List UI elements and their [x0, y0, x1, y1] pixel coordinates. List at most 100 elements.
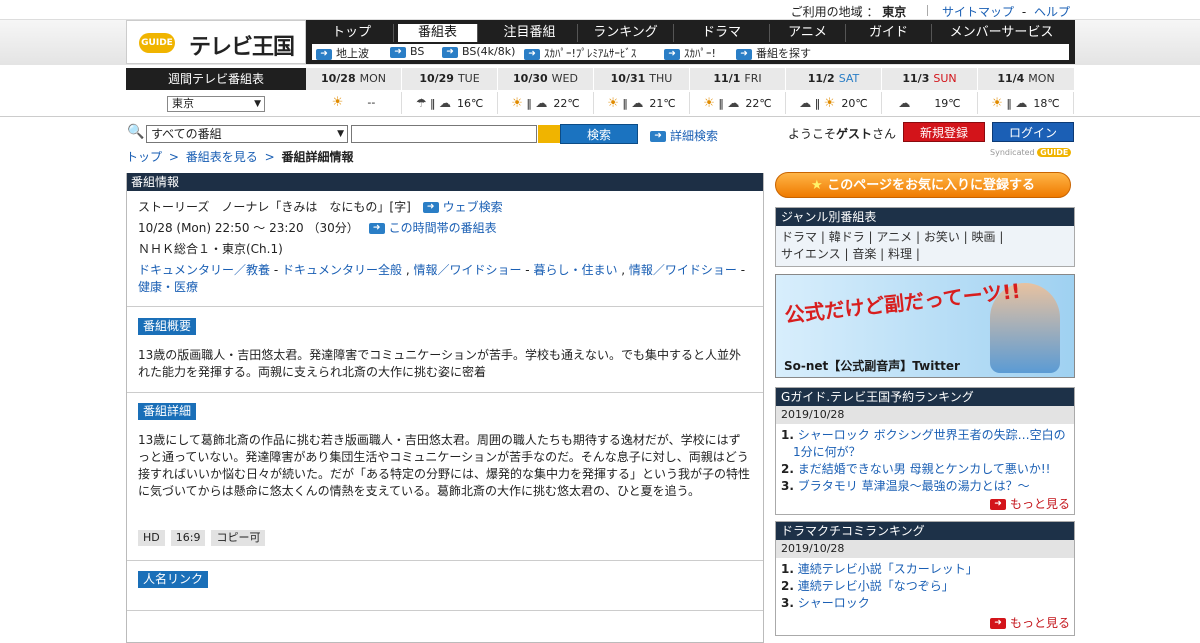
arrow-icon: ➜	[736, 48, 752, 60]
weather-cell: ☁ 19℃	[882, 92, 978, 114]
sun-icon: ☀	[331, 95, 344, 110]
genre-movie[interactable]: 映画	[972, 230, 996, 244]
genre-drama[interactable]: ドラマ	[781, 230, 817, 244]
arrow-icon: ➜	[664, 48, 680, 60]
date-cell[interactable]: 11/3 SUN	[882, 68, 978, 90]
web-search-link[interactable]: ➜ ウェブ検索	[422, 200, 503, 214]
date-cell[interactable]: 10/28 MON	[306, 68, 402, 90]
genre-link[interactable]: 暮らし・住まい	[533, 263, 617, 277]
nav-member[interactable]: メンバーサービス	[932, 24, 1071, 42]
subnav-label: ｽｶﾊﾟｰ!	[684, 47, 716, 60]
subnav-label: ｽｶﾊﾟｰ!ﾌﾟﾚﾐｱﾑｻｰﾋﾞｽ	[544, 47, 637, 60]
weather-cell: ☂ ‖ ☁ 16℃	[402, 92, 498, 114]
genre-link[interactable]: 情報／ワイドショー	[413, 263, 521, 277]
cloud-icon: ☁	[438, 96, 451, 110]
cloud-icon: ☁	[631, 96, 644, 110]
help-link[interactable]: ヘルプ	[1034, 5, 1070, 19]
genre-box-title: ジャンル別番組表	[776, 208, 1074, 226]
summary-label: 番組概要	[138, 318, 197, 335]
genre-music[interactable]: 音楽	[852, 247, 876, 261]
genre-cooking[interactable]: 料理	[888, 247, 912, 261]
register-button[interactable]: 新規登録	[903, 122, 985, 142]
program-summary: 13歳の版画職人・吉田悠太君。発達障害でコミュニケーションが苦手。学校も通えない…	[138, 348, 742, 379]
search-category-select[interactable]: すべての番組 ▼	[146, 125, 348, 143]
drama-ranking-date: 2019/10/28	[776, 540, 1074, 558]
date-cell[interactable]: 10/29 TUE	[402, 68, 498, 90]
login-button[interactable]: ログイン	[992, 122, 1074, 142]
genre-anime[interactable]: アニメ	[876, 230, 912, 244]
arrow-icon: ➜	[989, 618, 1006, 629]
program-title-row: ストーリーズ ノーナレ「きみは なにもの」[字] ➜ ウェブ検索	[138, 199, 752, 216]
ranking-link[interactable]: ブラタモリ 草津温泉〜最強の湯力とは？〜	[798, 479, 1030, 493]
ranking-link[interactable]: シャーロック ボクシング世界王者の失踪…空白の1分に何が？	[793, 428, 1066, 459]
subnav-find-program[interactable]: ➜ 番組を探す	[736, 45, 811, 61]
people-section: 人名リンク	[127, 561, 763, 611]
date-cell[interactable]: 10/30 WED	[498, 68, 594, 90]
sun-icon: ☀	[823, 96, 836, 111]
genre-kdrama[interactable]: 韓ドラ	[829, 230, 865, 244]
temperature: 22℃	[553, 97, 580, 110]
cloud-icon: ☁	[535, 96, 548, 110]
subnav-label: BS(4k/8k)	[462, 45, 516, 58]
day-of-week: THU	[649, 72, 673, 85]
nav-ranking[interactable]: ランキング	[578, 24, 674, 42]
temperature: 16℃	[456, 97, 484, 110]
program-detail-section: 番組詳細 13歳にして葛飾北斎の作品に挑む若き版画職人・吉田悠太君。周囲の職人た…	[127, 393, 763, 561]
region-select-value: 東京	[172, 97, 194, 110]
genre-link[interactable]: ドキュメンタリー／教養	[138, 263, 270, 277]
weather-separator: ‖	[1002, 97, 1016, 110]
search-category-value: すべての番組	[151, 127, 222, 141]
site-logo[interactable]: GUIDE テレビ王国	[126, 20, 306, 64]
ranking-link[interactable]: シャーロック	[798, 596, 870, 610]
nav-anime[interactable]: アニメ	[770, 24, 846, 42]
nav-top[interactable]: トップ	[310, 24, 394, 42]
genre-link[interactable]: 情報／ワイドショー	[629, 263, 737, 277]
ranking-link[interactable]: 連続テレビ小説「スカーレット」	[798, 562, 978, 576]
favorite-button[interactable]: ★ このページをお気に入りに登録する	[775, 172, 1071, 198]
subnav-label: BS	[410, 45, 425, 58]
utility-links: ご利用の地域 ： 東京 サイトマップ - ヘルプ	[791, 3, 1070, 20]
sonet-banner[interactable]: 公式だけど副だってーツ!! So-net【公式副音声】Twitter	[775, 274, 1075, 378]
subnav-bs4k[interactable]: ➜ BS(4k/8k)	[442, 45, 515, 58]
nav-guide[interactable]: ガイド	[846, 24, 932, 42]
date-cell[interactable]: 11/4 MON	[978, 68, 1075, 90]
arrow-icon: ➜	[390, 46, 406, 58]
subnav-skyperfect-premium[interactable]: ➜ ｽｶﾊﾟｰ!ﾌﾟﾚﾐｱﾑｻｰﾋﾞｽ	[524, 45, 636, 61]
subnav-skyperfect[interactable]: ➜ ｽｶﾊﾟｰ!	[664, 45, 716, 61]
badge-hd: HD	[138, 530, 165, 546]
sitemap-link[interactable]: サイトマップ	[942, 5, 1014, 19]
timeslot-link[interactable]: ➜ この時間帯の番組表	[368, 221, 497, 235]
date-cell[interactable]: 11/1 FRI	[690, 68, 786, 90]
more-link[interactable]: ➜ もっと見る	[989, 493, 1070, 512]
more-link[interactable]: ➜ もっと見る	[989, 612, 1070, 631]
list-item: 2. 連続テレビ小説「なつぞら」	[781, 579, 954, 593]
nav-featured[interactable]: 注目番組	[482, 24, 578, 42]
date-cell[interactable]: 11/2 SAT	[786, 68, 882, 90]
breadcrumb-current: 番組詳細情報	[281, 150, 354, 164]
breadcrumb-listing[interactable]: 番組表を見る	[186, 150, 258, 164]
welcome-post: さん	[872, 127, 897, 141]
breadcrumb-top[interactable]: トップ	[126, 150, 162, 164]
date-cell[interactable]: 10/31 THU	[594, 68, 690, 90]
search-input[interactable]	[351, 125, 537, 143]
arrow-icon: ➜	[442, 46, 458, 58]
genre-link[interactable]: ドキュメンタリー全般	[282, 263, 402, 277]
temperature: 22℃	[745, 97, 772, 110]
weather-separator: ‖	[714, 97, 728, 110]
subnav-terrestrial[interactable]: ➜ 地上波	[316, 45, 369, 61]
ranking-link[interactable]: 連続テレビ小説「なつぞら」	[798, 579, 954, 593]
date-label: 10/28	[320, 72, 356, 85]
gguide-mini-icon: GUIDE	[1037, 148, 1072, 157]
region-select[interactable]: 東京 ▼	[167, 96, 265, 112]
banner-caption: So-net【公式副音声】Twitter	[784, 359, 960, 373]
genre-science[interactable]: サイエンス	[781, 247, 841, 261]
ranking-link[interactable]: まだ結婚できない男 母親とケンカして悪いか!!	[798, 462, 1051, 476]
nav-listing[interactable]: 番組表	[398, 24, 478, 42]
search-button[interactable]: 検索	[560, 124, 638, 144]
day-of-week: MON	[1028, 72, 1055, 85]
advanced-search-link[interactable]: ➜ 詳細検索	[650, 127, 718, 144]
subnav-bs[interactable]: ➜ BS	[390, 45, 424, 58]
nav-drama[interactable]: ドラマ	[674, 24, 770, 42]
genre-comedy[interactable]: お笑い	[924, 230, 960, 244]
genre-link[interactable]: 健康・医療	[138, 280, 198, 294]
